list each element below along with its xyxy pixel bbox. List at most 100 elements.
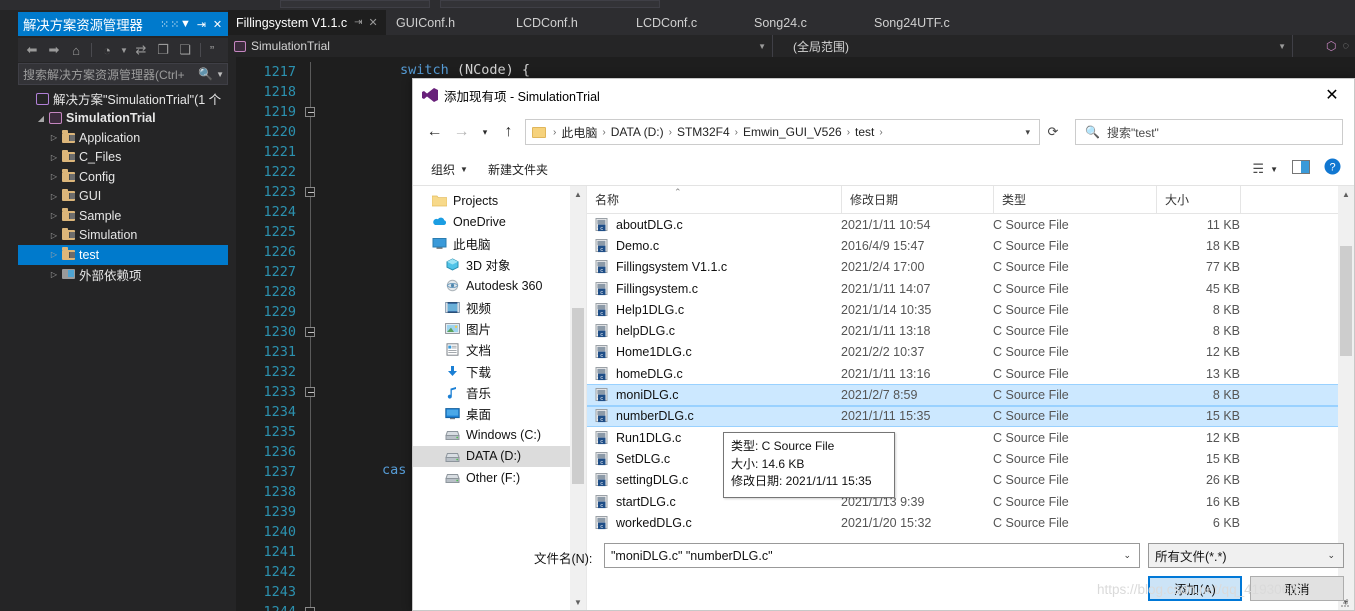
fold-cell[interactable] [304,462,318,482]
forward-icon[interactable]: ➡ [44,40,64,60]
fold-cell[interactable] [304,482,318,502]
fold-cell[interactable] [304,382,318,402]
chevron-right-icon[interactable]: ▷ [48,270,60,279]
tree-item-test[interactable]: ▷ test [18,245,228,265]
collapse-all-icon[interactable]: ❐ [153,40,173,60]
chevron-down-icon[interactable]: ▼ [1270,165,1278,174]
file-row[interactable]: c Demo.c 2016/4/9 15:47 C Source File 18 KB [587,235,1338,256]
chevron-right-icon[interactable]: ▷ [48,211,60,220]
forward-icon[interactable]: → [448,118,475,146]
chevron-down-icon[interactable]: ▼ [1278,42,1292,51]
fold-cell[interactable] [304,342,318,362]
fold-cell[interactable] [304,62,318,82]
fold-cell[interactable] [304,162,318,182]
chevron-right-icon[interactable]: ▷ [48,192,60,201]
solution-explorer-search[interactable]: 搜索解决方案资源管理器(Ctrl+ 🔍 ▼ [18,63,228,85]
editor-tab[interactable]: LCDConf.c [628,10,705,35]
file-row[interactable]: c startDLG.c 2021/1/13 9:39 C Source File 16… [587,491,1338,512]
toolbar-combo-1[interactable] [280,0,430,8]
breadcrumb-item[interactable]: Emwin_GUI_V526 [741,125,844,139]
nav-scope-combo[interactable]: SimulationTrial ▼ [228,35,773,57]
column-header-size[interactable]: 大小 [1156,186,1240,214]
fold-toggle-icon[interactable] [305,187,315,197]
scrollbar-thumb[interactable] [572,308,584,484]
pin-icon[interactable]: ⇥ [354,17,362,28]
column-header-type[interactable]: 类型 [993,186,1156,214]
editor-tab[interactable]: LCDConf.h [508,10,586,35]
place-item[interactable]: Windows (C:) [413,424,586,445]
column-header-date[interactable]: 修改日期 [841,186,993,214]
place-item[interactable]: DATA (D:) [413,445,586,467]
scrollbar-thumb[interactable] [1340,246,1352,356]
chevron-down-icon[interactable]: ⌄ [1115,550,1139,561]
fold-cell[interactable] [304,282,318,302]
place-item[interactable]: Other (F:) [413,467,586,488]
organize-button[interactable]: 组织 ▼ [421,161,478,178]
chevron-right-icon[interactable]: ▷ [48,172,60,181]
close-icon[interactable]: ✕ [210,18,225,31]
breadcrumb-separator[interactable]: › [599,127,608,138]
file-row[interactable]: c helpDLG.c 2021/1/11 13:18 C Source File 8 … [587,320,1338,341]
nav-member-combo[interactable]: (全局范围) ▼ [773,35,1293,57]
chevron-down-icon[interactable]: ▼ [216,70,227,79]
scroll-up-icon[interactable]: ▲ [1338,186,1354,202]
fold-cell[interactable] [304,142,318,162]
cube-icon[interactable]: ⬡ [1326,39,1336,53]
place-item[interactable]: 桌面 [413,403,586,424]
file-row[interactable]: cRun1DLG.c/25 14:32C Source File12 KB [587,427,1338,448]
breadcrumb-item[interactable]: STM32F4 [675,125,732,139]
tree-item-simulationtrial[interactable]: ◢ SimulationTrial [18,109,228,129]
file-row[interactable]: c moniDLG.c 2021/2/7 8:59 C Source File 8 KB [587,384,1338,406]
filename-input[interactable]: "moniDLG.c" "numberDLG.c" ⌄ [604,543,1140,568]
fold-cell[interactable] [304,322,318,342]
fold-toggle-icon[interactable] [305,387,315,397]
tree-item-simulationtrial1[interactable]: 解决方案"SimulationTrial"(1 个 [18,89,228,109]
tree-item-simulation[interactable]: ▷ Simulation [18,226,228,246]
fold-cell[interactable] [304,302,318,322]
editor-tab[interactable]: Song24.c [746,10,815,35]
tree-item-config[interactable]: ▷ Config [18,167,228,187]
fold-cell[interactable] [304,442,318,462]
tree-item-[interactable]: ▷ 外部依赖项 [18,265,228,285]
tree-item-sample[interactable]: ▷ Sample [18,206,228,226]
editor-tab[interactable]: GUIConf.h [388,10,463,35]
recent-locations-icon[interactable]: ▾ [475,118,495,146]
place-item[interactable]: Projects [413,190,586,211]
fold-cell[interactable] [304,502,318,522]
tree-item-cfiles[interactable]: ▷ C_Files [18,148,228,168]
pending-changes-icon[interactable]: ◔ [97,40,117,60]
back-icon[interactable]: ⬅ [22,40,42,60]
file-type-filter[interactable]: 所有文件(*.*) ⌄ [1148,543,1344,568]
fold-cell[interactable] [304,542,318,562]
view-options-icon[interactable]: ☴ [1252,161,1264,177]
chevron-down-icon[interactable]: ▼ [758,42,772,51]
fold-cell[interactable] [304,522,318,542]
fold-cell[interactable] [304,82,318,102]
scroll-down-icon[interactable]: ▼ [570,594,586,610]
up-icon[interactable]: ↑ [495,118,522,146]
file-row[interactable]: c numberDLG.c 2021/1/11 15:35 C Source File… [587,405,1338,427]
address-bar[interactable]: › 此电脑 › DATA (D:) › STM32F4 › Emwin_GUI_V526 › t… [525,119,1040,145]
toolbar-combo-2[interactable] [440,0,660,8]
place-item[interactable]: 下载 [413,360,586,381]
column-header-name[interactable]: 名称 ⌃ [587,186,841,214]
preview-pane-icon[interactable] [1292,159,1310,179]
chevron-down-icon[interactable]: ◢ [35,114,47,123]
tree-item-gui[interactable]: ▷ GUI [18,187,228,207]
breadcrumb-item[interactable]: test [853,125,876,139]
navigation-pane-scrollbar[interactable]: ▲ ▼ [570,186,586,610]
chevron-right-icon[interactable]: ▷ [48,250,60,259]
dialog-search-box[interactable]: 🔍 搜索"test" [1075,119,1343,145]
home-icon[interactable]: ⌂ [66,40,86,60]
fold-cell[interactable] [304,242,318,262]
fold-cell[interactable] [304,362,318,382]
fold-toggle-icon[interactable] [305,107,315,117]
breadcrumb-separator[interactable]: › [844,127,853,138]
search-icon[interactable]: 🔍 [198,67,216,81]
place-item[interactable]: 文档 [413,339,586,360]
chevron-right-icon[interactable]: ▷ [48,153,60,162]
file-row[interactable]: c Fillingsystem.c 2021/1/11 14:07 C Source … [587,278,1338,299]
place-item[interactable]: 3D 对象 [413,254,586,275]
chevron-right-icon[interactable]: ▷ [48,231,60,240]
resize-grip[interactable] [1341,599,1349,607]
